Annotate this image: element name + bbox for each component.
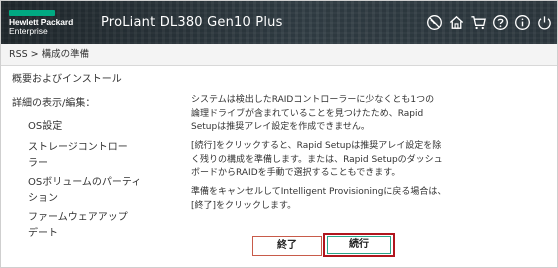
home-icon[interactable] bbox=[448, 14, 465, 31]
breadcrumb[interactable]: RSS > 構成の準備 bbox=[1, 44, 557, 66]
message-line: 準備をキャンセルしてIntelligent Provisioningに戻る場合は… bbox=[191, 187, 447, 197]
nav-item-os-settings[interactable]: OS設定 bbox=[28, 120, 62, 134]
message-line: システムは検出したRAIDコントローラーに少なくとも1つの bbox=[191, 95, 435, 105]
message-line: [続行]をクリックすると、Rapid Setupは推奨アレイ設定を除 bbox=[191, 141, 442, 151]
message-line: く残りの構成を準備します。または、Rapid Setupのダッシュ bbox=[191, 154, 443, 165]
cart-icon[interactable] bbox=[470, 14, 487, 31]
app-window: Hewlett Packard Enterprise ProLiant DL38… bbox=[0, 0, 558, 268]
message-line: Setupは推奨アレイ設定を作成できません。 bbox=[191, 122, 370, 132]
nav-item-firmware-label-1: ファームウェアアップ bbox=[28, 212, 128, 223]
top-header: Hewlett Packard Enterprise ProLiant DL38… bbox=[1, 1, 557, 44]
nav-item-details: 詳細の表示/編集： bbox=[12, 98, 96, 109]
power-icon[interactable] bbox=[536, 14, 553, 31]
message-paragraph-3: 準備をキャンセルしてIntelligent Provisioningに戻る場合は… bbox=[191, 186, 461, 213]
nav-item-storage-label-1: ストレージコントロー bbox=[28, 142, 128, 153]
nav-item-os-volume[interactable]: OSボリュームのパーティ ション bbox=[28, 176, 141, 206]
product-title: ProLiant DL380 Gen10 Plus bbox=[101, 15, 283, 30]
cancel-button[interactable]: 終了 bbox=[252, 236, 322, 256]
info-icon[interactable] bbox=[514, 14, 531, 31]
nav-item-storage-controller[interactable]: ストレージコントロー ラー bbox=[28, 141, 128, 171]
hpe-logo-bar bbox=[9, 10, 55, 16]
globe-icon[interactable] bbox=[426, 14, 443, 31]
sidebar-nav: 概要およびインストール 詳細の表示/編集： OS設定 ストレージコントロー ラー… bbox=[1, 66, 181, 267]
message-line: ボードからRAIDを手動で選択することもできます。 bbox=[191, 168, 401, 178]
header-icon-bar bbox=[426, 13, 553, 31]
nav-item-storage-label-2: ラー bbox=[28, 158, 48, 169]
nav-item-os-volume-label-2: ション bbox=[28, 193, 58, 204]
message-line: 論理ドライブが含まれていることを見つけたため、Rapid bbox=[191, 108, 424, 119]
help-icon[interactable] bbox=[492, 14, 509, 31]
nav-item-overview[interactable]: 概要およびインストール bbox=[12, 73, 122, 87]
message-paragraph-2: [続行]をクリックすると、Rapid Setupは推奨アレイ設定を除 く残りの構… bbox=[191, 140, 461, 181]
message-paragraph-1: システムは検出したRAIDコントローラーに少なくとも1つの 論理ドライブが含まれ… bbox=[191, 94, 461, 135]
message-line: [終了]をクリックします。 bbox=[191, 200, 297, 211]
brand-name-line2: Enterprise bbox=[9, 26, 48, 36]
nav-item-os-volume-label-1: OSボリュームのパーティ bbox=[28, 177, 142, 188]
continue-button[interactable]: 続行 bbox=[327, 236, 391, 254]
nav-item-firmware-update[interactable]: ファームウェアアップ デート bbox=[28, 211, 128, 241]
nav-item-firmware-label-2: デート bbox=[28, 228, 58, 239]
